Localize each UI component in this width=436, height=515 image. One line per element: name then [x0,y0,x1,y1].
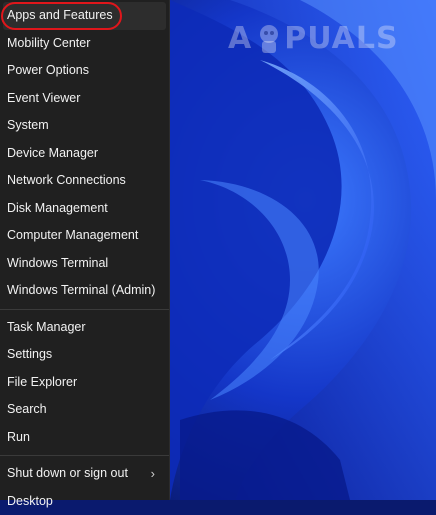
watermark-text-left: A [228,21,252,56]
menu-item-label: Shut down or sign out [7,466,128,480]
menu-item-windows-terminal-admin[interactable]: Windows Terminal (Admin) [0,277,169,305]
menu-item-system[interactable]: System [0,112,169,140]
winx-quick-link-menu: Apps and Features Mobility Center Power … [0,0,170,500]
menu-item-run[interactable]: Run [0,424,169,452]
menu-separator [0,309,169,310]
menu-item-shut-down-or-sign-out[interactable]: Shut down or sign out › [0,460,169,488]
menu-item-device-manager[interactable]: Device Manager [0,140,169,168]
menu-item-event-viewer[interactable]: Event Viewer [0,85,169,113]
appuals-watermark: A PUALS [228,18,436,58]
menu-item-network-connections[interactable]: Network Connections [0,167,169,195]
menu-item-computer-management[interactable]: Computer Management [0,222,169,250]
menu-item-settings[interactable]: Settings [0,341,169,369]
watermark-text-right: PUALS [284,21,398,56]
menu-item-desktop[interactable]: Desktop [0,488,169,515]
menu-item-mobility-center[interactable]: Mobility Center [0,30,169,58]
menu-item-windows-terminal[interactable]: Windows Terminal [0,250,169,278]
menu-item-file-explorer[interactable]: File Explorer [0,369,169,397]
menu-separator [0,455,169,456]
menu-item-power-options[interactable]: Power Options [0,57,169,85]
mascot-icon [256,22,282,54]
chevron-right-icon: › [151,460,155,488]
menu-item-apps-and-features[interactable]: Apps and Features [3,2,166,30]
menu-item-task-manager[interactable]: Task Manager [0,314,169,342]
menu-item-search[interactable]: Search [0,396,169,424]
menu-item-disk-management[interactable]: Disk Management [0,195,169,223]
